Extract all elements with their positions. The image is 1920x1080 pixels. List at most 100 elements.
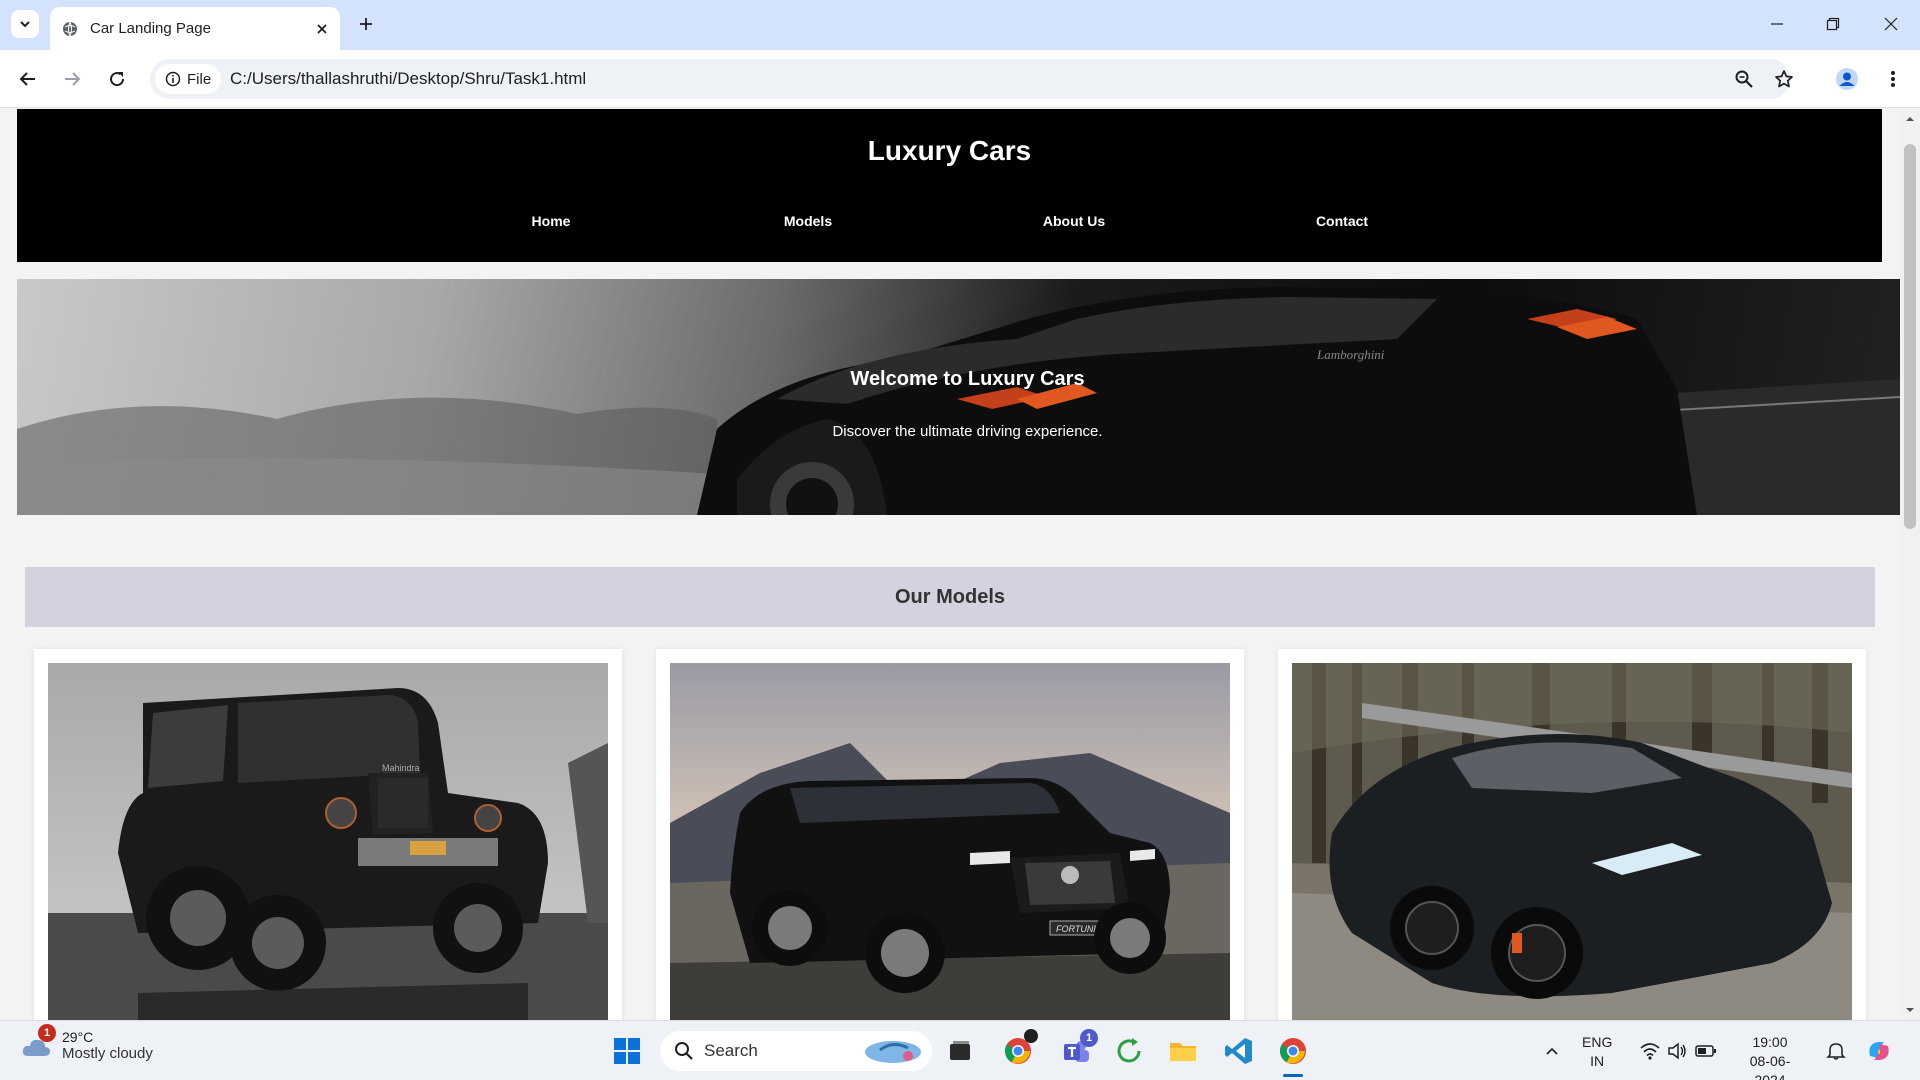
globe-icon	[63, 21, 77, 36]
hero-car-badge: Lamborghini	[1316, 347, 1385, 362]
notifications-button[interactable]	[1816, 1031, 1856, 1071]
weather-description: Mostly cloudy	[62, 1045, 153, 1062]
star-icon	[1775, 70, 1793, 88]
taskbar-search-label: Search	[704, 1041, 758, 1060]
car-photo-fortuner: FORTUNER	[670, 663, 1230, 1020]
close-tab-icon[interactable]	[316, 23, 328, 35]
new-tab-button[interactable]	[352, 10, 380, 38]
arrow-left-icon	[19, 72, 35, 86]
models-section-banner: Our Models	[25, 567, 1875, 627]
weather-icon-wrap: 1	[20, 1023, 56, 1062]
copilot-button[interactable]	[1859, 1031, 1899, 1071]
plus-icon	[360, 18, 372, 30]
model-card[interactable]: FORTUNER	[656, 649, 1244, 1020]
taskbar-file-explorer[interactable]	[1163, 1031, 1203, 1071]
site-chip-label: File	[187, 70, 212, 88]
reload-button[interactable]	[102, 64, 132, 94]
car-photo-thar: Mahindra	[48, 663, 608, 1020]
url-text[interactable]: C:/Users/thallashruthi/Desktop/Shru/Task…	[230, 69, 586, 89]
chevron-down-icon	[20, 21, 30, 28]
page-viewport: Luxury Cars Home Models About Us Contact	[0, 109, 1900, 1020]
bell-icon	[1826, 1043, 1846, 1060]
tab-title: Car Landing Page	[90, 20, 211, 37]
profile-icon	[1836, 68, 1858, 90]
minimize-button[interactable]	[1763, 10, 1791, 38]
task-view-icon	[950, 1041, 970, 1060]
zoom-icon	[1735, 70, 1753, 88]
chrome-icon	[1279, 1038, 1306, 1064]
task-view-button[interactable]	[940, 1031, 980, 1071]
scroll-down-arrow-icon[interactable]	[1905, 1005, 1915, 1015]
nav-contact-link[interactable]: Contact	[1316, 213, 1368, 229]
close-icon	[1884, 17, 1898, 31]
zoom-button[interactable]	[1730, 65, 1758, 93]
forward-button[interactable]	[57, 64, 87, 94]
chevron-up-icon	[1546, 1047, 1558, 1055]
copilot-icon	[1869, 1042, 1889, 1060]
search-icon	[675, 1042, 693, 1060]
start-button[interactable]	[607, 1031, 647, 1071]
car-photo-lamborghini	[1292, 663, 1852, 1020]
language-region: IN	[1590, 1053, 1605, 1069]
profile-button[interactable]	[1832, 64, 1862, 94]
speaker-icon	[1668, 1042, 1686, 1060]
hero-title: Welcome to Luxury Cars	[850, 368, 1085, 390]
taskbar-teams[interactable]: 1	[1056, 1029, 1098, 1071]
models-heading: Our Models	[894, 585, 1005, 608]
model-card[interactable]: Mahindra	[34, 649, 622, 1020]
model-card[interactable]	[1278, 649, 1866, 1020]
arrow-right-icon	[65, 72, 81, 86]
address-bar[interactable]: File C:/Users/thallashruthi/Desktop/Shru…	[150, 59, 1793, 99]
language-code: ENG	[1582, 1034, 1613, 1050]
weather-text: 29°C Mostly cloudy	[62, 1029, 153, 1062]
back-button[interactable]	[13, 64, 43, 94]
vscode-icon	[1225, 1038, 1252, 1064]
scroll-up-arrow-icon[interactable]	[1905, 114, 1915, 124]
bookmark-button[interactable]	[1770, 65, 1798, 93]
windows-taskbar: 1 29°C Mostly cloudy Search 1 ENG IN 19:…	[0, 1020, 1920, 1080]
taskbar-vscode[interactable]	[1219, 1031, 1259, 1071]
active-tab[interactable]: Car Landing Page	[50, 7, 340, 50]
language-indicator[interactable]: ENG IN	[1582, 1033, 1612, 1071]
sync-icon	[1117, 1038, 1141, 1063]
taskbar-chrome-active[interactable]	[1273, 1031, 1313, 1077]
nav-home-link[interactable]: Home	[532, 213, 571, 229]
site-title: Luxury Cars	[867, 135, 1032, 166]
search-highlight-icon	[865, 1041, 921, 1063]
scrollbar-thumb[interactable]	[1904, 144, 1916, 529]
teams-badge: 1	[1080, 1029, 1098, 1047]
close-window-button[interactable]	[1877, 10, 1905, 38]
hero-banner: Lamborghini Welcome to Luxury Cars Disco…	[17, 279, 1900, 515]
model-card-image	[1292, 663, 1852, 1020]
model-card-image: Mahindra	[48, 663, 608, 1020]
active-app-indicator	[1283, 1074, 1303, 1077]
battery-status[interactable]	[1686, 1031, 1726, 1071]
clock-date: 08-06-2024	[1749, 1053, 1791, 1080]
tab-search-button[interactable]	[11, 10, 39, 38]
taskbar-chrome-profile[interactable]	[998, 1029, 1038, 1071]
battery-icon	[1695, 1045, 1716, 1057]
nav-models-link[interactable]: Models	[784, 213, 832, 229]
show-hidden-icons-button[interactable]	[1532, 1031, 1572, 1071]
info-icon	[165, 71, 181, 87]
hero-subtitle: Discover the ultimate driving experience…	[832, 423, 1103, 440]
minimize-icon	[1771, 23, 1783, 25]
chrome-profile-badge	[1024, 1029, 1038, 1043]
reload-icon	[110, 72, 125, 87]
browser-menu-button[interactable]	[1878, 64, 1908, 94]
restore-button[interactable]	[1819, 10, 1847, 38]
weather-widget[interactable]: 1 29°C Mostly cloudy	[20, 1023, 153, 1062]
hero-car-image: Lamborghini	[17, 287, 1900, 515]
nav-about-link[interactable]: About Us	[1043, 213, 1105, 229]
taskbar-refresh-app[interactable]	[1109, 1031, 1149, 1071]
weather-badge: 1	[38, 1023, 56, 1042]
taskbar-search-box[interactable]: Search	[660, 1031, 932, 1071]
site-header: Luxury Cars Home Models About Us Contact	[17, 109, 1882, 262]
weather-temperature: 29°C	[62, 1029, 94, 1045]
browser-tabstrip: Car Landing Page	[0, 0, 1920, 50]
site-info-chip[interactable]: File	[155, 64, 221, 94]
folder-icon	[1170, 1043, 1196, 1061]
browser-toolbar: File C:/Users/thallashruthi/Desktop/Shru…	[0, 50, 1920, 108]
page-scrollbar[interactable]	[1900, 109, 1920, 1020]
clock[interactable]: 19:00 08-06-2024	[1738, 1033, 1802, 1080]
